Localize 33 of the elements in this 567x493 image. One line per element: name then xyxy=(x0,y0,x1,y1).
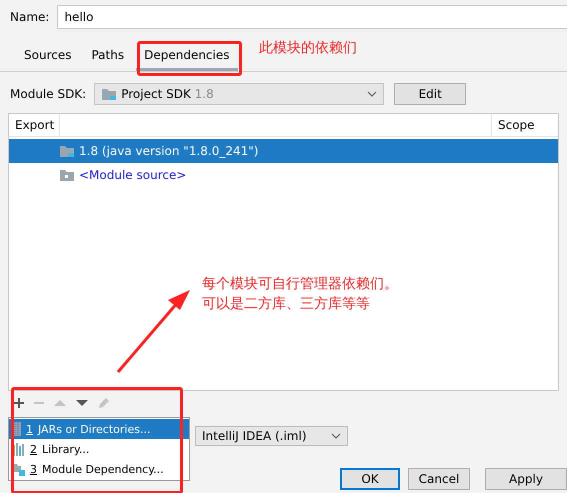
sdk-dropdown[interactable]: Project SDK 1.8 xyxy=(94,83,384,105)
edit-button[interactable]: Edit xyxy=(394,83,466,105)
menu-item[interactable]: 3 Module Dependency... xyxy=(9,459,189,479)
table-row[interactable]: <Module source> xyxy=(9,163,558,187)
module-icon xyxy=(13,462,25,476)
table-row[interactable]: 1.8 (java version "1.8.0_241") xyxy=(9,139,558,163)
tab[interactable]: Sources xyxy=(16,48,80,71)
dialog-button[interactable]: Apply xyxy=(485,468,567,490)
folder-cup-icon xyxy=(59,144,75,158)
dialog-button[interactable]: OK xyxy=(340,468,400,490)
module-sdk-label: Module SDK: xyxy=(10,87,86,101)
name-label: Name: xyxy=(10,10,50,24)
menu-item[interactable]: 1 JARs or Directories... xyxy=(9,419,189,439)
folder-cup-icon xyxy=(101,87,118,101)
plus-icon[interactable] xyxy=(14,398,24,408)
dependency-name: <Module source> xyxy=(79,168,186,182)
library-icon xyxy=(13,442,25,456)
column-header: Export xyxy=(14,118,56,132)
tab[interactable]: Paths xyxy=(83,48,132,71)
chevron-down-icon xyxy=(331,433,341,439)
name-field[interactable]: hello xyxy=(57,5,567,29)
format-dropdown[interactable]: IntelliJ IDEA (.iml) xyxy=(195,426,348,446)
menu-item[interactable]: 2 Library... xyxy=(9,439,189,459)
dialog-button[interactable]: Cancel xyxy=(408,468,470,490)
folder-icon xyxy=(59,168,75,182)
chevron-down-icon xyxy=(367,91,378,97)
annotation-text: 可以是二方库、三方库等等 xyxy=(202,295,370,314)
annotation-text: 此模块的依赖们 xyxy=(259,39,357,58)
annotation-text: 每个模块可自行管理器依赖们。 xyxy=(202,275,398,294)
down-arrow-icon[interactable] xyxy=(76,400,88,406)
column-header: Scope xyxy=(497,118,536,132)
dependency-name: 1.8 (java version "1.8.0_241") xyxy=(79,144,258,158)
tab[interactable]: Dependencies xyxy=(136,48,238,71)
